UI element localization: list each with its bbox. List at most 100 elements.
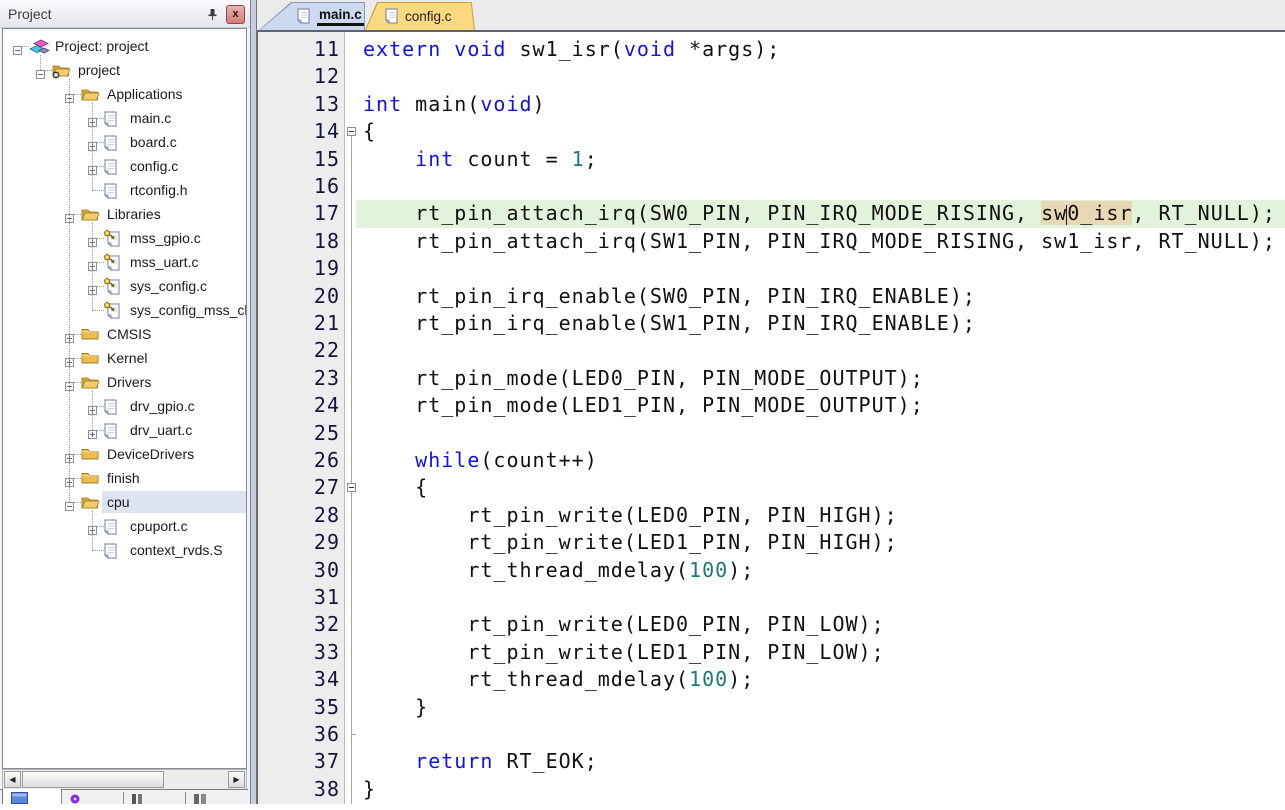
code-text: rt_thread_mdelay(100); [363, 557, 754, 584]
dock-tab-books[interactable] [61, 790, 122, 804]
line-number: 22 [258, 337, 340, 364]
tab-config-c-label: config.c [405, 9, 452, 24]
line-number: 25 [258, 420, 340, 447]
tree-item-cmsis[interactable]: CMSIS [3, 322, 246, 346]
panel-splitter[interactable] [250, 0, 257, 804]
code-line[interactable]: 34 rt_thread_mdelay(100); [258, 666, 1285, 694]
tree-item-cpu[interactable]: cpu [3, 490, 246, 514]
code-text: int main(void) [363, 91, 546, 118]
scrollbar-thumb[interactable] [22, 771, 164, 788]
code-line[interactable]: 30 rt_thread_mdelay(100); [258, 557, 1285, 585]
tree-item-cpuport-c[interactable]: cpuport.c [3, 514, 246, 538]
code-line[interactable]: 28 rt_pin_write(LED0_PIN, PIN_HIGH); [258, 502, 1285, 530]
tree-item-drv-uart-c[interactable]: drv_uart.c [3, 418, 246, 442]
tree-item-label: rtconfig.h [130, 182, 188, 198]
tree-item-label: drv_uart.c [130, 422, 192, 438]
tree-item-main-c[interactable]: main.c [3, 106, 246, 130]
scroll-right-arrow-icon[interactable]: ▶ [228, 771, 245, 788]
line-number: 18 [258, 228, 340, 255]
folder-icon [81, 447, 99, 465]
templates-icon [193, 792, 207, 810]
project-panel-title: Project [8, 6, 52, 22]
pin-icon[interactable] [204, 6, 221, 23]
tree-item-label: drv_gpio.c [130, 398, 195, 414]
tree-item-finish[interactable]: finish [3, 466, 246, 490]
code-line[interactable]: 21 rt_pin_irq_enable(SW1_PIN, PIN_IRQ_EN… [258, 310, 1285, 338]
project-grid-icon [11, 791, 28, 809]
code-line[interactable]: 22 [258, 337, 1285, 365]
line-number: 20 [258, 283, 340, 310]
code-line[interactable]: 15 int count = 1; [258, 146, 1285, 174]
tree-item-label: mss_gpio.c [130, 230, 201, 246]
dock-tab-templates[interactable] [185, 790, 247, 804]
folder-icon [81, 495, 100, 514]
code-line[interactable]: 27 { [258, 474, 1285, 502]
tree-item-sys-config-c[interactable]: sys_config.c [3, 274, 246, 298]
code-line[interactable]: 17 rt_pin_attach_irq(SW0_PIN, PIN_IRQ_MO… [258, 200, 1285, 228]
folder-icon [81, 375, 100, 394]
tree-item-drivers[interactable]: Drivers [3, 370, 246, 394]
code-editor[interactable]: 11extern void sw1_isr(void *args);1213 in… [257, 32, 1285, 804]
code-line[interactable]: 14{ [258, 118, 1285, 146]
code-line[interactable]: 38} [258, 776, 1285, 804]
code-line[interactable]: 23 rt_pin_mode(LED0_PIN, PIN_MODE_OUTPUT… [258, 365, 1285, 393]
fold-collapse-icon[interactable] [347, 127, 356, 136]
books-icon [69, 792, 81, 810]
code-text: while(count++) [363, 447, 598, 474]
code-line[interactable]: 31 [258, 584, 1285, 612]
tree-item-label: CMSIS [107, 326, 151, 342]
code-text: { [363, 474, 428, 501]
code-line[interactable]: 24 rt_pin_mode(LED1_PIN, PIN_MODE_OUTPUT… [258, 392, 1285, 420]
tree-item-config-c[interactable]: config.c [3, 154, 246, 178]
tab-main-c[interactable]: main.c [259, 2, 365, 30]
sidebar-horizontal-scrollbar[interactable]: ◀ ▶ [2, 769, 247, 790]
tree-item-rtconfig-h[interactable]: rtconfig.h [3, 178, 246, 202]
code-line[interactable]: 29 rt_pin_write(LED1_PIN, PIN_HIGH); [258, 529, 1285, 557]
dock-tab-functions[interactable] [123, 790, 184, 804]
code-text: rt_pin_attach_irq(SW0_PIN, PIN_IRQ_MODE_… [363, 200, 1276, 227]
tab-config-c[interactable]: config.c [365, 2, 475, 30]
code-line[interactable]: 35 } [258, 694, 1285, 722]
code-line[interactable]: 33 rt_pin_write(LED1_PIN, PIN_LOW); [258, 639, 1285, 667]
tree-item-board-c[interactable]: board.c [3, 130, 246, 154]
collapse-icon[interactable] [13, 42, 22, 51]
folder-icon [81, 207, 100, 226]
code-line[interactable]: 12 [258, 63, 1285, 91]
tree-item-context-rvds-s[interactable]: context_rvds.S [3, 538, 246, 562]
code-line[interactable]: 25 [258, 420, 1285, 448]
code-text: } [363, 694, 428, 721]
code-line[interactable]: 13 int main(void) [258, 91, 1285, 119]
code-line[interactable]: 26 while(count++) [258, 447, 1285, 475]
code-line[interactable]: 20 rt_pin_irq_enable(SW0_PIN, PIN_IRQ_EN… [258, 283, 1285, 311]
tree-item-mss-uart-c[interactable]: mss_uart.c [3, 250, 246, 274]
editor-tabbar: main.c config.c [257, 0, 1285, 32]
line-number: 28 [258, 502, 340, 529]
scroll-left-arrow-icon[interactable]: ◀ [4, 771, 21, 788]
code-line[interactable]: 16 [258, 173, 1285, 201]
document-icon [104, 230, 120, 252]
code-line[interactable]: 36 [258, 721, 1285, 749]
document-icon [104, 399, 117, 420]
tree-item-label: Applications [107, 86, 183, 102]
close-icon[interactable]: x [226, 5, 245, 24]
code-line[interactable]: 37 return RT_EOK; [258, 748, 1285, 776]
tree-item-drv-gpio-c[interactable]: drv_gpio.c [3, 394, 246, 418]
dock-tab-project-grid[interactable] [2, 789, 62, 804]
tree-item-kernel[interactable]: Kernel [3, 346, 246, 370]
project-tree[interactable]: Project: projectprojectApplicationsmain.… [2, 28, 247, 769]
code-text: rt_thread_mdelay(100); [363, 666, 754, 693]
tree-item-sys-config-mss-clc[interactable]: sys_config_mss_clc [3, 298, 246, 322]
code-line[interactable]: 11extern void sw1_isr(void *args); [258, 36, 1285, 64]
tree-item-mss-gpio-c[interactable]: mss_gpio.c [3, 226, 246, 250]
line-number: 24 [258, 392, 340, 419]
code-line[interactable]: 19 [258, 255, 1285, 283]
tree-item-libraries[interactable]: Libraries [3, 202, 246, 226]
code-line[interactable]: 32 rt_pin_write(LED0_PIN, PIN_LOW); [258, 611, 1285, 639]
tree-item-applications[interactable]: Applications [3, 82, 246, 106]
tree-item-label: config.c [130, 158, 178, 174]
code-line[interactable]: 18 rt_pin_attach_irq(SW1_PIN, PIN_IRQ_MO… [258, 228, 1285, 256]
line-number: 13 [258, 91, 340, 118]
line-number: 16 [258, 173, 340, 200]
tree-item-devicedrivers[interactable]: DeviceDrivers [3, 442, 246, 466]
fold-collapse-icon[interactable] [347, 483, 356, 492]
